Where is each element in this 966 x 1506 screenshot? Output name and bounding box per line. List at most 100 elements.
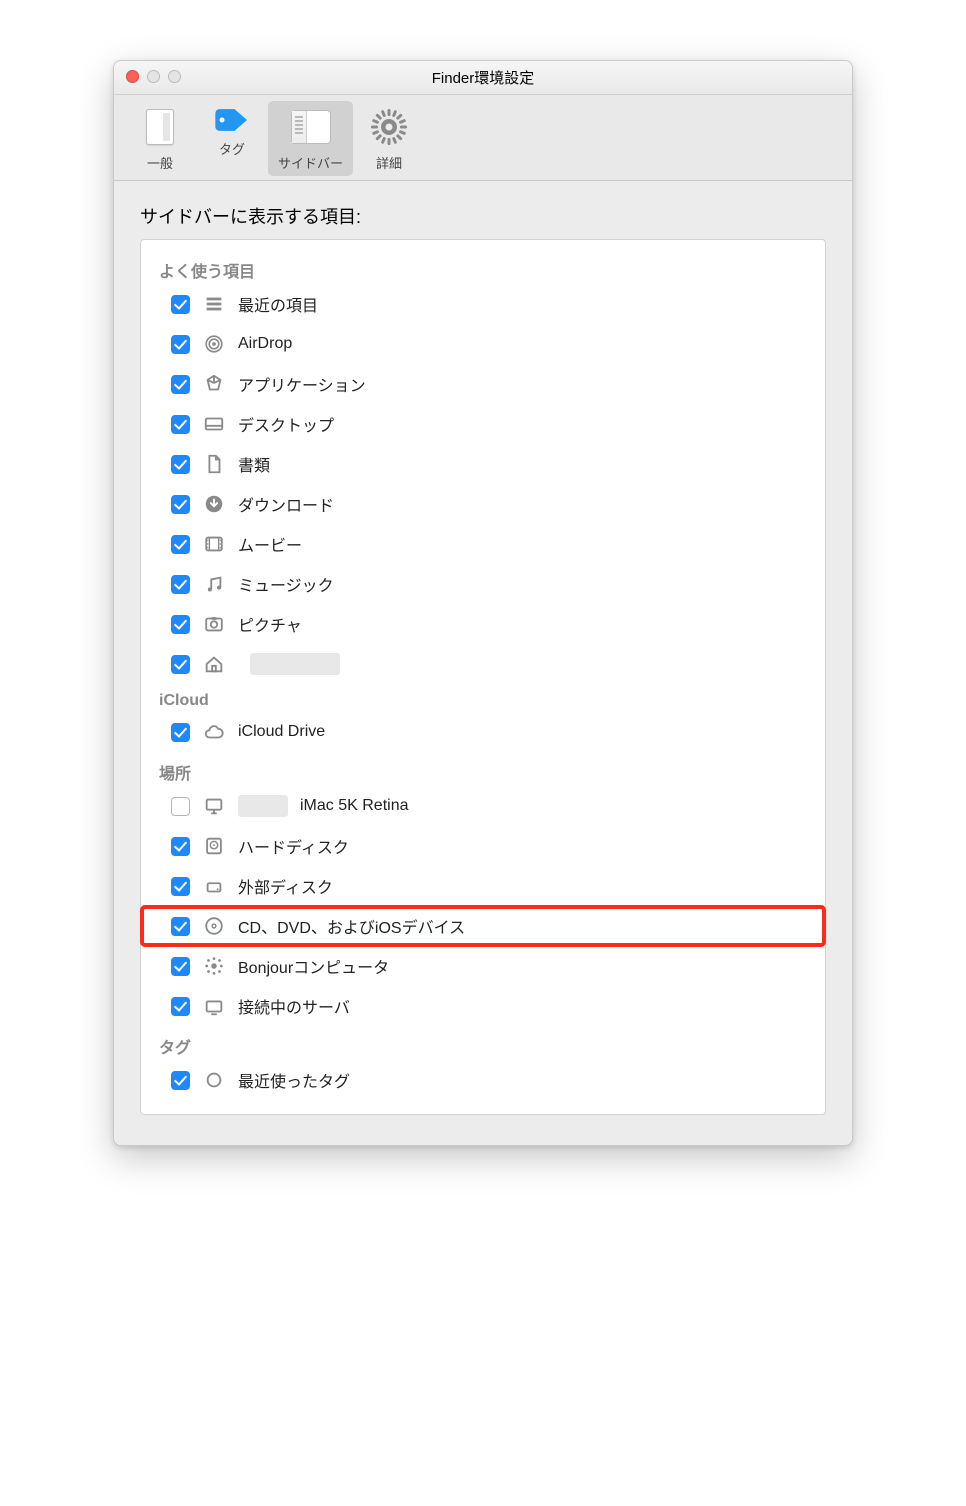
row-checkbox[interactable] [171,837,190,856]
row-label: 最近使ったタグ [238,1068,350,1092]
tag-icon [212,105,252,135]
sidebar-pref-row: 最近の項目 [141,284,825,324]
sidebar-pref-row: デスクトップ [141,404,825,444]
tab-label: サイドバー [278,153,343,172]
row-label: 書類 [238,452,270,476]
tag-outline-icon [202,1068,226,1092]
movies-icon [202,532,226,556]
external-icon [202,874,226,898]
close-button[interactable] [126,70,139,83]
row-label: Bonjourコンピュータ [238,954,389,978]
row-checkbox[interactable] [171,455,190,474]
documents-icon [202,452,226,476]
music-icon [202,572,226,596]
row-checkbox[interactable] [171,997,190,1016]
row-checkbox[interactable] [171,335,190,354]
row-checkbox[interactable] [171,917,190,936]
group-header: よく使う項目 [141,250,825,284]
row-checkbox[interactable] [171,723,190,742]
sidebar-pref-row: 外部ディスク [141,866,825,906]
server-icon [202,994,226,1018]
home-icon [202,652,226,676]
row-checkbox[interactable] [171,575,190,594]
pictures-icon [202,612,226,636]
section-heading: サイドバーに表示する項目: [140,203,826,229]
tab-general[interactable]: 一般 [124,101,196,176]
row-checkbox[interactable] [171,495,190,514]
sidebar-pref-row: ハードディスク [141,826,825,866]
sidebar-icon [289,105,333,149]
preferences-toolbar: 一般 タグ サイドバー [114,95,852,181]
sidebar-pref-row: ダウンロード [141,484,825,524]
row-label: アプリケーション [238,372,366,396]
sidebar-pref-row: 接続中のサーバ [141,986,825,1026]
harddisk-icon [202,834,226,858]
gear-icon [367,105,411,149]
row-checkbox[interactable] [171,415,190,434]
tab-label: 詳細 [376,153,402,172]
imac-icon [202,794,226,818]
row-checkbox[interactable] [171,797,190,816]
row-label: ミュージック [238,572,334,596]
sidebar-items-list: よく使う項目最近の項目 AirDrop アプリケーションデスクトップ書類ダウンロード… [140,239,826,1115]
row-label: iMac 5K Retina [300,797,409,815]
sidebar-pref-row: 最近使ったタグ [141,1060,825,1100]
tab-advanced[interactable]: 詳細 [353,101,425,176]
sidebar-pref-row: Bonjourコンピュータ [141,946,825,986]
row-label: AirDrop [238,335,292,353]
titlebar: Finder環境設定 [114,61,852,95]
redacted-text [238,795,288,817]
sidebar-prefs-body: サイドバーに表示する項目: よく使う項目最近の項目 AirDrop アプリケーション… [114,181,852,1145]
window-title: Finder環境設定 [432,67,535,88]
tab-label: 一般 [147,153,173,172]
general-icon [138,105,182,149]
row-label: CD、DVD、およびiOSデバイス [238,914,465,938]
sidebar-pref-row: アプリケーション [141,364,825,404]
sidebar-pref-row: AirDrop [141,324,825,364]
preferences-window: Finder環境設定 一般 タグ サイドバー [113,60,853,1146]
row-checkbox[interactable] [171,375,190,394]
applications-icon [202,372,226,396]
row-checkbox[interactable] [171,615,190,634]
disc-icon [202,914,226,938]
tab-sidebar[interactable]: サイドバー [268,101,353,176]
bonjour-icon [202,954,226,978]
group-header: iCloud [141,684,825,712]
group-header: 場所 [141,752,825,786]
desktop-icon [202,412,226,436]
sidebar-pref-row: CD、DVD、およびiOSデバイス [141,906,825,946]
window-controls [126,70,181,83]
row-checkbox[interactable] [171,957,190,976]
row-label: デスクトップ [238,412,334,436]
airdrop-icon [202,332,226,356]
sidebar-pref-row: ミュージック [141,564,825,604]
group-header: タグ [141,1026,825,1060]
row-checkbox[interactable] [171,535,190,554]
row-label: 外部ディスク [238,874,333,898]
row-checkbox[interactable] [171,295,190,314]
zoom-button[interactable] [168,70,181,83]
row-label: ムービー [238,532,302,556]
row-checkbox[interactable] [171,1071,190,1090]
row-label: ダウンロード [238,492,334,516]
sidebar-pref-row: iCloud Drive [141,712,825,752]
sidebar-pref-row: iMac 5K Retina [141,786,825,826]
download-icon [202,492,226,516]
row-checkbox[interactable] [171,877,190,896]
recents-icon [202,292,226,316]
redacted-text [250,653,340,675]
row-label: ハードディスク [238,834,349,858]
row-label: 接続中のサーバ [238,994,350,1018]
cloud-icon [202,720,226,744]
sidebar-pref-row: ムービー [141,524,825,564]
tab-label: タグ [219,139,245,158]
row-label: 最近の項目 [238,292,318,316]
row-checkbox[interactable] [171,655,190,674]
sidebar-pref-row [141,644,825,684]
row-label: iCloud Drive [238,723,325,741]
minimize-button[interactable] [147,70,160,83]
row-label: ピクチャ [238,612,302,636]
sidebar-pref-row: 書類 [141,444,825,484]
sidebar-pref-row: ピクチャ [141,604,825,644]
tab-tags[interactable]: タグ [196,101,268,162]
